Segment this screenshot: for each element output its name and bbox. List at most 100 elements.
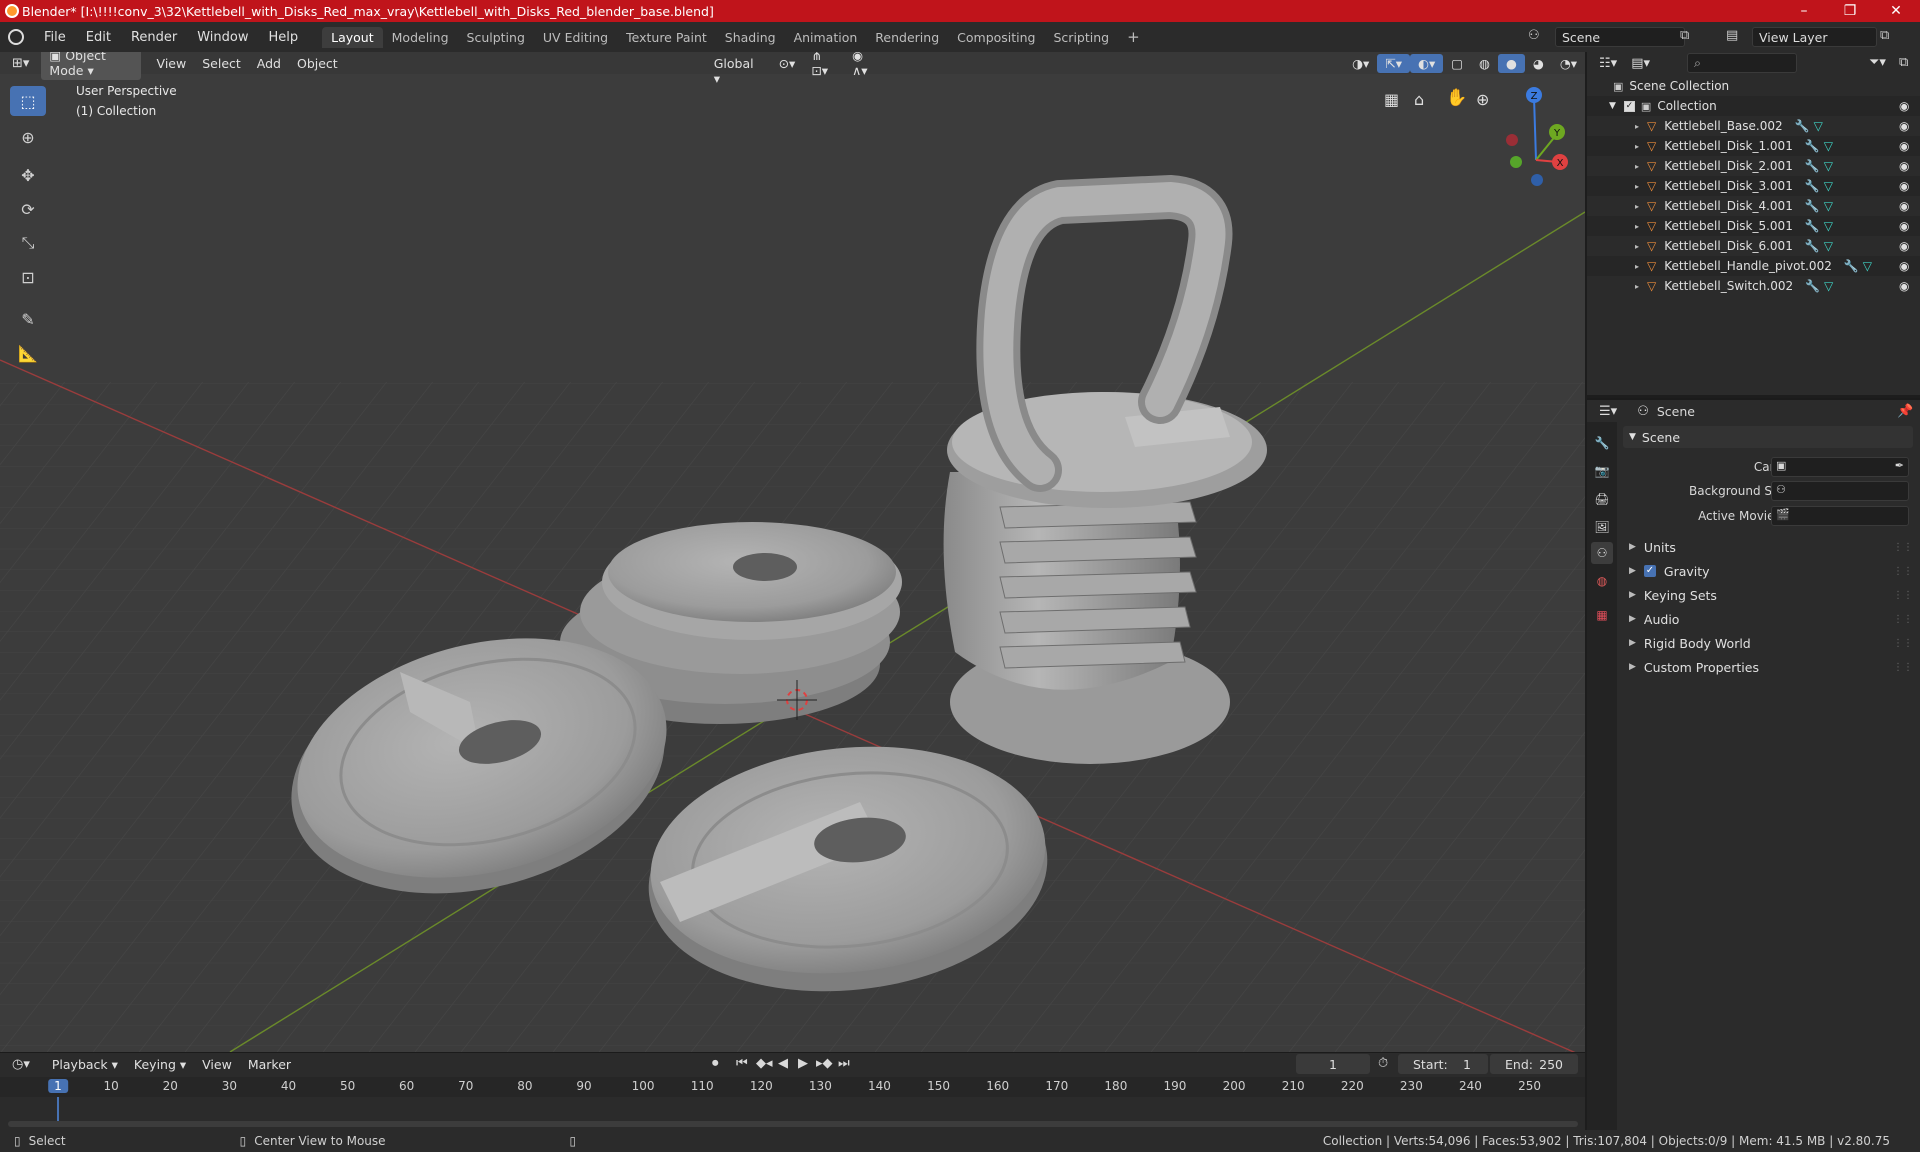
- mesh-data-icon[interactable]: ▽: [1824, 219, 1833, 233]
- transform-orientation-selector[interactable]: ⟀ Global ▾: [706, 52, 771, 88]
- outliner-editor-type-icon[interactable]: ☷▾: [1599, 56, 1617, 71]
- minimize-button[interactable]: –: [1782, 0, 1826, 22]
- gravity-checkbox[interactable]: ✓: [1643, 565, 1656, 577]
- shading-rendered-icon[interactable]: ◔▾: [1552, 54, 1585, 73]
- active-movie-clip-field[interactable]: 🎬: [1771, 506, 1909, 526]
- view-layer-field[interactable]: View Layer: [1752, 27, 1877, 47]
- expand-arrow-icon[interactable]: ▸: [1635, 282, 1639, 291]
- mesh-data-icon[interactable]: ▽: [1824, 199, 1833, 213]
- annotate-tool-icon[interactable]: ✎: [10, 304, 46, 334]
- outliner-collection[interactable]: ▼ ✓ ▣ Collection ◉: [1587, 96, 1920, 116]
- current-frame-field[interactable]: 1: [1296, 1054, 1370, 1074]
- modifier-wrench-icon[interactable]: 🔧: [1805, 199, 1820, 213]
- jump-end-icon[interactable]: ⏭: [838, 1056, 850, 1071]
- start-frame-field[interactable]: Start: 1: [1398, 1054, 1488, 1074]
- expand-arrow-icon[interactable]: ▸: [1635, 222, 1639, 231]
- tab-texture-paint[interactable]: Texture Paint: [617, 27, 716, 48]
- drag-handle-icon[interactable]: ⋮⋮: [1893, 566, 1913, 577]
- tab-shading[interactable]: Shading: [716, 27, 785, 48]
- visibility-icon[interactable]: ◑▾: [1344, 54, 1377, 73]
- menu-help[interactable]: Help: [259, 30, 309, 45]
- outliner-object-row[interactable]: ▸ ▽ Kettlebell_Switch.002 🔧 ▽ ◉: [1587, 276, 1920, 296]
- menu-window[interactable]: Window: [187, 30, 258, 45]
- toggle-grid-view-icon[interactable]: ▦: [1384, 90, 1399, 109]
- tab-compositing[interactable]: Compositing: [948, 27, 1044, 48]
- expand-arrow-icon[interactable]: ▸: [1635, 242, 1639, 251]
- subpanel-header[interactable]: ▶ Audio ⋮⋮: [1623, 608, 1913, 630]
- gizmo-toggle-icon[interactable]: ⇱▾: [1377, 53, 1411, 73]
- modifier-wrench-icon[interactable]: 🔧: [1795, 119, 1810, 133]
- collection-visibility-eye-icon[interactable]: ◉: [1899, 99, 1909, 113]
- new-collection-icon[interactable]: ⧉: [1899, 55, 1908, 70]
- expand-arrow-icon[interactable]: ▸: [1635, 202, 1639, 211]
- tab-animation[interactable]: Animation: [785, 27, 867, 48]
- outliner-scene-collection[interactable]: ▣ Scene Collection: [1587, 76, 1920, 96]
- play-icon[interactable]: ▶: [798, 1056, 808, 1071]
- filter-icon[interactable]: ⏷▾: [1869, 55, 1886, 70]
- mesh-data-icon[interactable]: ▽: [1824, 139, 1833, 153]
- maximize-button[interactable]: ❐: [1828, 0, 1872, 22]
- menu-marker[interactable]: Marker: [240, 1055, 299, 1074]
- menu-select[interactable]: Select: [194, 54, 249, 73]
- tab-uv-editing[interactable]: UV Editing: [534, 27, 617, 48]
- outliner-object-row[interactable]: ▸ ▽ Kettlebell_Disk_5.001 🔧 ▽ ◉: [1587, 216, 1920, 236]
- tab-layout[interactable]: Layout: [322, 26, 383, 48]
- mesh-data-icon[interactable]: ▽: [1824, 179, 1833, 193]
- outliner-object-row[interactable]: ▸ ▽ Kettlebell_Disk_2.001 🔧 ▽ ◉: [1587, 156, 1920, 176]
- menu-render[interactable]: Render: [121, 30, 187, 45]
- timeline-scrollbar[interactable]: [8, 1121, 1578, 1127]
- properties-editor-type-icon[interactable]: ☰▾: [1599, 404, 1617, 419]
- eyedropper-icon[interactable]: ✒: [1895, 459, 1904, 472]
- add-workspace-button[interactable]: +: [1118, 25, 1149, 49]
- jump-keyframe-forward-icon[interactable]: ▸◆: [816, 1056, 833, 1071]
- outliner-object-row[interactable]: ▸ ▽ Kettlebell_Disk_3.001 🔧 ▽ ◉: [1587, 176, 1920, 196]
- collapse-arrow-icon[interactable]: ▼: [1609, 101, 1616, 111]
- menu-keying[interactable]: Keying ▾: [126, 1055, 194, 1074]
- outliner-object-row[interactable]: ▸ ▽ Kettlebell_Disk_1.001 🔧 ▽ ◉: [1587, 136, 1920, 156]
- camera-field[interactable]: ▣ ✒: [1771, 457, 1909, 477]
- modifier-wrench-icon[interactable]: 🔧: [1805, 279, 1820, 293]
- tab-modeling[interactable]: Modeling: [383, 27, 458, 48]
- 3d-viewport[interactable]: Z Y X ⊞▾ ▣ Object Mode ▾ View Select Add…: [0, 52, 1585, 1052]
- pivot-point-icon[interactable]: ⊙▾: [771, 54, 804, 73]
- cursor-tool-icon[interactable]: ⊕: [10, 122, 46, 152]
- expand-arrow-icon[interactable]: ▸: [1635, 262, 1639, 271]
- timeline-editor-type-icon[interactable]: ◷▾: [12, 1057, 30, 1072]
- modifier-wrench-icon[interactable]: 🔧: [1805, 139, 1820, 153]
- menu-playback[interactable]: Playback ▾: [44, 1055, 126, 1074]
- scene-panel-header[interactable]: ▼ Scene: [1623, 426, 1913, 448]
- outliner-display-mode-icon[interactable]: ▤▾: [1631, 56, 1650, 71]
- expand-arrow-icon[interactable]: ▸: [1635, 142, 1639, 151]
- object-visibility-eye-icon[interactable]: ◉: [1899, 239, 1909, 253]
- modifier-wrench-icon[interactable]: 🔧: [1805, 239, 1820, 253]
- texture-tab-icon[interactable]: ▦: [1591, 604, 1613, 626]
- mesh-data-icon[interactable]: ▽: [1824, 239, 1833, 253]
- scene-tab-icon[interactable]: ⚇: [1591, 542, 1613, 564]
- shading-wireframe-icon[interactable]: ◍: [1471, 54, 1498, 73]
- drag-handle-icon[interactable]: ⋮⋮: [1893, 638, 1913, 649]
- subpanel-header[interactable]: ▶ Custom Properties ⋮⋮: [1623, 656, 1913, 678]
- menu-add[interactable]: Add: [249, 54, 289, 73]
- scale-tool-icon[interactable]: ⤡: [10, 228, 46, 258]
- mode-selector[interactable]: ▣ Object Mode ▾: [41, 52, 141, 80]
- expand-arrow-icon[interactable]: ▸: [1635, 182, 1639, 191]
- view-layer-tab-icon[interactable]: 🖼: [1591, 516, 1613, 538]
- menu-file[interactable]: File: [34, 30, 76, 45]
- select-box-tool-icon[interactable]: ⬚: [10, 86, 46, 116]
- object-visibility-eye-icon[interactable]: ◉: [1899, 199, 1909, 213]
- new-view-layer-icon[interactable]: ⧉: [1880, 28, 1889, 43]
- outliner-object-row[interactable]: ▸ ▽ Kettlebell_Disk_4.001 🔧 ▽ ◉: [1587, 196, 1920, 216]
- object-visibility-eye-icon[interactable]: ◉: [1899, 139, 1909, 153]
- expand-arrow-icon[interactable]: ▸: [1635, 122, 1639, 131]
- object-visibility-eye-icon[interactable]: ◉: [1899, 279, 1909, 293]
- close-button[interactable]: ✕: [1874, 0, 1918, 22]
- outliner-object-row[interactable]: ▸ ▽ Kettlebell_Handle_pivot.002 🔧 ▽ ◉: [1587, 256, 1920, 276]
- move-tool-icon[interactable]: ✥: [10, 160, 46, 190]
- modifier-wrench-icon[interactable]: 🔧: [1805, 159, 1820, 173]
- transform-tool-icon[interactable]: ⊡: [10, 262, 46, 292]
- output-tab-icon[interactable]: 🖨: [1591, 488, 1613, 510]
- end-frame-field[interactable]: End: 250: [1490, 1054, 1578, 1074]
- mesh-data-icon[interactable]: ▽: [1824, 279, 1833, 293]
- expand-arrow-icon[interactable]: ▸: [1635, 162, 1639, 171]
- outliner-object-row[interactable]: ▸ ▽ Kettlebell_Base.002 🔧 ▽ ◉: [1587, 116, 1920, 136]
